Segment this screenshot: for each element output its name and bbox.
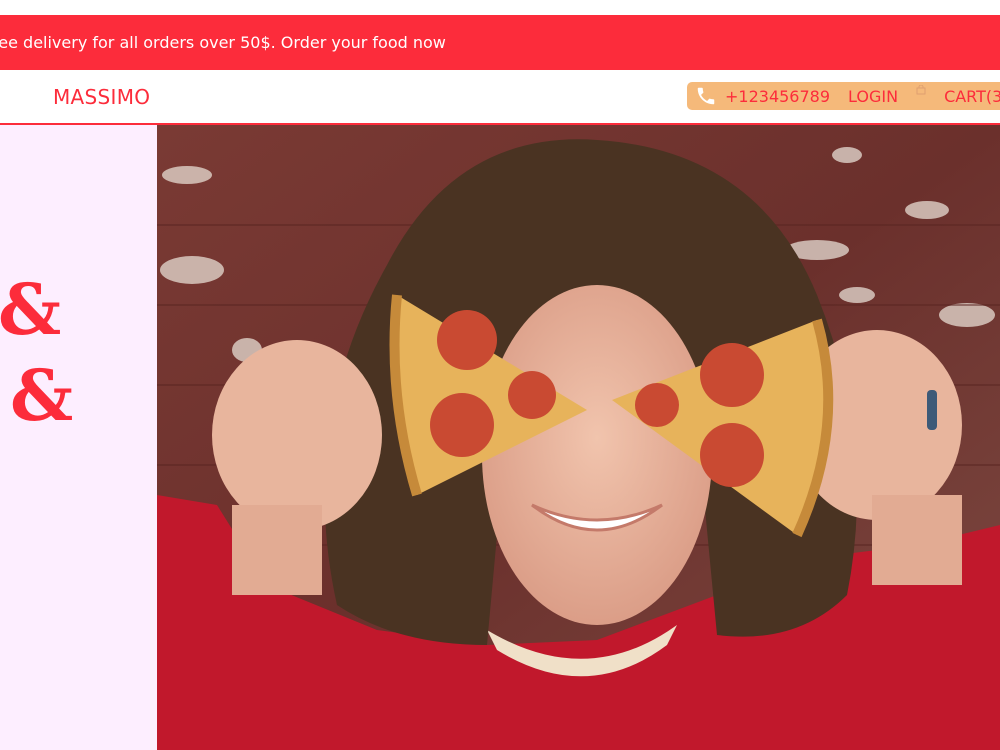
top-strip bbox=[0, 0, 1000, 15]
cart-icon bbox=[916, 85, 926, 95]
phone-link[interactable]: +123456789 bbox=[725, 87, 830, 106]
nav-actions: +123456789 LOGIN CART(3 bbox=[687, 82, 1000, 110]
cart-link[interactable]: CART(3 bbox=[944, 87, 1000, 106]
hero-text-panel: & & bbox=[0, 125, 157, 750]
hero-image bbox=[157, 125, 1000, 750]
navbar: MASSIMO +123456789 LOGIN CART(3 bbox=[0, 70, 1000, 125]
hero-headline-fragment: & bbox=[0, 268, 62, 351]
login-link[interactable]: LOGIN bbox=[848, 87, 898, 106]
phone-icon bbox=[695, 85, 717, 107]
promo-text: Free delivery for all orders over 50$. O… bbox=[0, 33, 446, 52]
brand-logo[interactable]: MASSIMO bbox=[53, 85, 150, 109]
promo-banner: Free delivery for all orders over 50$. O… bbox=[0, 15, 1000, 70]
hero-headline-fragment: & bbox=[10, 354, 74, 437]
